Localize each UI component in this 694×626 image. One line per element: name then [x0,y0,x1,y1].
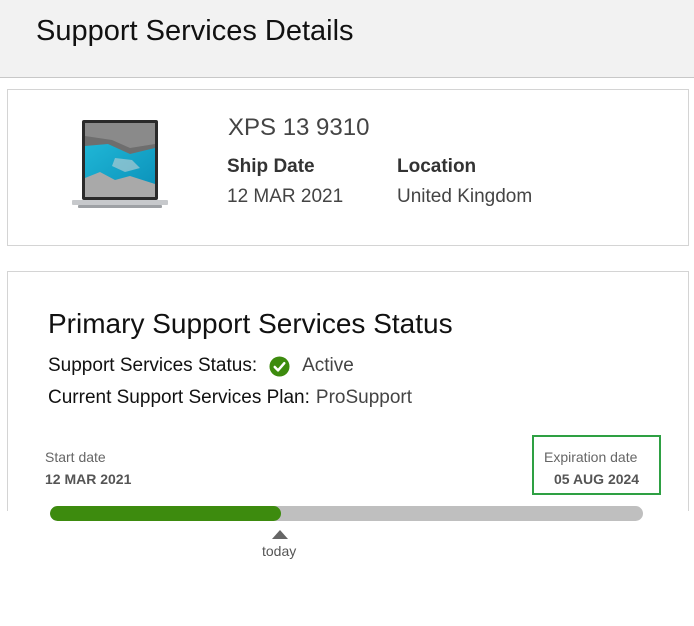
today-label: today [262,543,297,559]
status-label: Support Services Status: [48,355,258,376]
location-label: Location [397,156,477,177]
support-progress-bar [50,506,643,521]
product-name: XPS 13 9310 [228,114,370,141]
plan-line: Current Support Services Plan: ProSuppor… [48,387,412,409]
expiration-box: Expiration date 05 AUG 2024 [532,435,661,495]
expiration-date-value: 05 AUG 2024 [554,471,640,487]
plan-value: ProSupport [315,387,413,408]
page-title: Support Services Details [36,15,354,47]
plan-label: Current Support Services Plan: [48,387,310,408]
ship-date-value: 12 MAR 2021 [227,186,344,207]
status-line: Support Services Status: Active [48,355,354,377]
progress-fill [50,506,282,521]
laptop-image [72,120,168,208]
expiration-date-label: Expiration date [544,449,638,465]
status-value: Active [302,355,354,376]
ship-date-label: Ship Date [227,156,315,177]
start-date-label: Start date [45,449,106,465]
location-value: United Kingdom [397,186,533,207]
page-header: Support Services Details [0,0,694,78]
today-marker-icon [272,530,288,539]
product-card: XPS 13 9310 Ship Date 12 MAR 2021 Locati… [7,89,689,246]
status-title: Primary Support Services Status [48,308,453,339]
check-circle-icon [269,355,290,377]
start-date-value: 12 MAR 2021 [45,471,132,487]
